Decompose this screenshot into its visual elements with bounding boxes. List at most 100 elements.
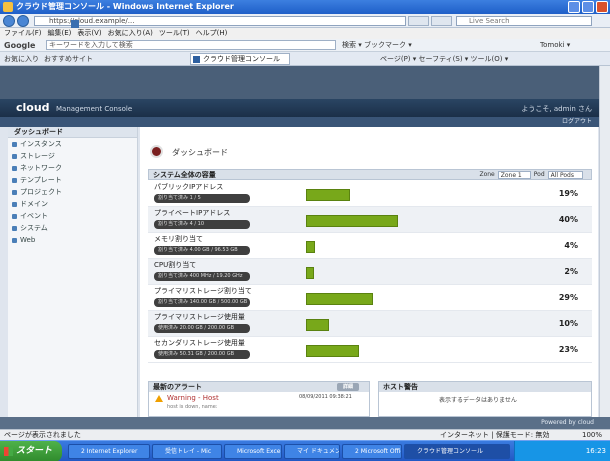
app-footer: Powered by cloud (0, 417, 610, 429)
capacity-row: プライマリストレージ使用量 使用済み 20.00 GB / 200.00 GB … (148, 311, 592, 337)
ie-icon (3, 2, 13, 12)
google-search-button[interactable]: 検索 ▾ ブックマーク ▾ (342, 40, 412, 51)
menu-edit[interactable]: 編集(E) (48, 28, 72, 39)
sidebar: ダッシュボード インスタンス ストレージ ネットワーク テンプレート プロジェク… (8, 127, 138, 417)
user-info: ようこそ, admin さん (521, 105, 592, 113)
app-header: cloud Management Console ようこそ, admin さん (0, 99, 610, 117)
capacity-detail: 割り当て済み 1 / 5 (154, 194, 250, 203)
forward-icon[interactable] (17, 15, 29, 27)
favorites-button[interactable]: お気に入り (4, 53, 39, 65)
alerts-more-button[interactable]: 詳細 (337, 383, 359, 391)
menu-bar: ファイル(F) 編集(E) 表示(V) お気に入り(A) ツール(T) ヘルプ(… (0, 28, 610, 39)
host-alerts-empty: 表示するデータはありません (439, 397, 517, 404)
capacity-label: メモリ割り当て (154, 235, 203, 243)
event-icon (12, 214, 17, 219)
capacity-label: プライベートIPアドレス (154, 209, 231, 217)
live-search-input[interactable]: Live Search (456, 16, 592, 26)
menu-favorites[interactable]: お気に入り(A) (108, 28, 153, 39)
capacity-bar (306, 293, 373, 305)
sidebar-item[interactable]: プロジェクト (8, 186, 137, 198)
app-backdrop (0, 66, 610, 99)
taskbar-button-active[interactable]: クラウド管理コンソール (404, 444, 510, 459)
sidebar-item[interactable]: システム (8, 222, 137, 234)
capacity-row: セカンダリストレージ使用量 使用済み 50.31 GB / 200.00 GB … (148, 337, 592, 363)
sidebar-item-dashboard[interactable]: ダッシュボード (8, 127, 137, 138)
capacity-percent: 10% (558, 319, 578, 328)
capacity-percent: 29% (558, 293, 578, 302)
template-icon (12, 178, 17, 183)
tab-active[interactable]: クラウド管理コンソール (190, 53, 290, 65)
google-logo: Google (4, 41, 36, 50)
refresh-icon[interactable] (408, 16, 429, 26)
taskbar-button[interactable]: 2 Microsoft Office (342, 444, 402, 459)
capacity-detail: 割り当て済み 140.00 GB / 500.00 GB (154, 298, 250, 307)
close-icon[interactable] (596, 1, 608, 13)
system-tray: 16:23 (514, 441, 610, 461)
taskbar-button[interactable]: マイ ドキュメント (284, 444, 340, 459)
sidebar-item[interactable]: イベント (8, 210, 137, 222)
capacity-detail: 割り当て済み 4 / 10 (154, 220, 250, 229)
taskbar-button[interactable]: Microsoft Excel (224, 444, 282, 459)
capacity-filters: Zone Zone 1 Pod All Pods (479, 171, 583, 179)
warning-icon (155, 395, 163, 402)
maximize-icon[interactable] (582, 1, 594, 13)
tab-favicon-icon (193, 56, 200, 63)
google-toolbar: Google キーワードを入力して検索 検索 ▾ ブックマーク ▾ Tomoki… (0, 39, 610, 52)
taskbar-button[interactable]: 2 Internet Explorer (68, 444, 150, 459)
logout-link[interactable]: ログアウト (562, 117, 592, 127)
address-input[interactable]: https://cloud.example/... (34, 16, 406, 28)
taskbar-button[interactable]: 受信トレイ - Mic (152, 444, 222, 459)
capacity-bar (306, 319, 329, 331)
zone-label: Zone (479, 171, 495, 178)
capacity-percent: 19% (558, 189, 578, 198)
zone-select[interactable]: Zone 1 (497, 171, 531, 179)
alert-title[interactable]: Warning - Host (167, 394, 219, 403)
minimize-icon[interactable] (568, 1, 580, 13)
back-icon[interactable] (3, 15, 15, 27)
sidebar-item[interactable]: インスタンス (8, 138, 137, 150)
taskbar: スタート 2 Internet Explorer 受信トレイ - Mic Mic… (0, 440, 610, 461)
brand-logo[interactable]: cloud (16, 102, 50, 114)
capacity-bar (306, 189, 350, 201)
capacity-label: パブリックIPアドレス (154, 183, 224, 191)
page-scrollbar[interactable] (599, 66, 610, 417)
sidebar-item[interactable]: テンプレート (8, 174, 137, 186)
menu-help[interactable]: ヘルプ(H) (196, 28, 228, 39)
site-favicon-icon (71, 20, 79, 28)
sidebar-item[interactable]: ドメイン (8, 198, 137, 210)
capacity-percent: 40% (558, 215, 578, 224)
menu-tools[interactable]: ツール(T) (159, 28, 190, 39)
capacity-panel-header: システム全体の容量 Zone Zone 1 Pod All Pods (148, 169, 592, 180)
web-icon (12, 238, 17, 243)
tray-clock[interactable]: 16:23 (586, 447, 606, 455)
stop-icon[interactable] (431, 16, 452, 26)
sidebar-item[interactable]: Web (8, 234, 137, 246)
domain-icon (12, 202, 17, 207)
google-account-menu[interactable]: Tomoki ▾ (540, 40, 570, 51)
capacity-row: メモリ割り当て 割り当て済み 4.00 GB / 96.53 GB 4% (148, 233, 592, 259)
network-icon (12, 166, 17, 171)
suggested-sites-link[interactable]: おすすめサイト (44, 54, 93, 64)
window-title-bar[interactable]: クラウド管理コンソール - Windows Internet Explorer (0, 0, 610, 14)
sidebar-item[interactable]: ストレージ (8, 150, 137, 162)
menu-file[interactable]: ファイル(F) (4, 28, 42, 39)
capacity-detail: 割り当て済み 400 MHz / 19.20 GHz (154, 272, 250, 281)
status-bar: ページが表示されました インターネット | 保護モード: 無効 100% (0, 429, 610, 440)
address-actions (408, 16, 452, 26)
sidebar-item[interactable]: ネットワーク (8, 162, 137, 174)
address-text: https://cloud.example/... (49, 17, 135, 25)
start-button[interactable]: スタート (0, 441, 62, 461)
google-search-input[interactable]: キーワードを入力して検索 (46, 40, 336, 50)
capacity-label: プライマリストレージ割り当て (154, 287, 252, 295)
capacity-row: プライベートIPアドレス 割り当て済み 4 / 10 40% (148, 207, 592, 233)
command-bar[interactable]: ページ(P) ▾ セーフティ(S) ▾ ツール(O) ▾ (380, 54, 508, 64)
pod-select[interactable]: All Pods (547, 171, 583, 179)
capacity-row: CPU割り当て 割り当て済み 400 MHz / 19.20 GHz 2% (148, 259, 592, 285)
capacity-bar (306, 215, 398, 227)
window-controls (568, 1, 608, 13)
sidebar-item-label: Web (20, 236, 36, 244)
alerts-title: 最新のアラート (153, 383, 202, 391)
menu-view[interactable]: 表示(V) (77, 28, 101, 39)
alert-detail: host is down, name: (167, 404, 218, 410)
instance-icon (12, 142, 17, 147)
